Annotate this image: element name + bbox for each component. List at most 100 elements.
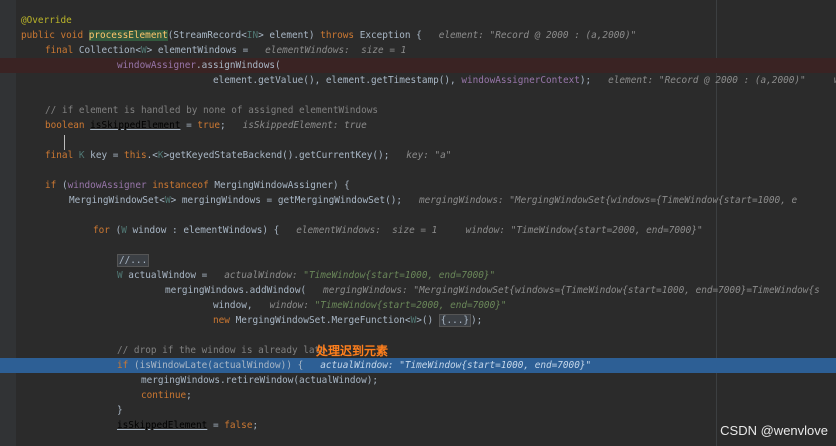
- code-line[interactable]: final Collection<W> elementWindows = ele…: [0, 43, 836, 58]
- code-line[interactable]: [0, 238, 836, 253]
- code-token: throws: [320, 30, 360, 41]
- code-line[interactable]: mergingWindows.retireWindow(actualWindow…: [0, 373, 836, 388]
- code-token: continue: [141, 390, 187, 401]
- code-token: }: [117, 405, 123, 416]
- code-line[interactable]: //...: [0, 253, 836, 268]
- code-line[interactable]: for (W window : elementWindows) { elemen…: [0, 223, 836, 238]
- code-line[interactable]: [0, 208, 836, 223]
- code-token: ;: [219, 120, 243, 131]
- code-token: windowAssigner: [117, 60, 197, 71]
- code-token: isSkippedElement: [90, 120, 181, 131]
- code-token: ;: [252, 420, 259, 431]
- code-line[interactable]: window, window: "TimeWindow{start=2000, …: [0, 298, 836, 313]
- code-token: .<: [146, 150, 158, 161]
- code-line[interactable]: mergingWindows.addWindow( mergingWindows…: [0, 283, 836, 298]
- code-token: actualWindow:: [320, 360, 400, 371]
- code-content: boolean isSkippedElement = true; isSkipp…: [45, 118, 367, 133]
- code-token: actualWindow =: [122, 270, 225, 281]
- csdn-watermark: CSDN @wenvlove: [720, 423, 828, 438]
- code-content: continue;: [141, 388, 192, 403]
- code-token: boolean: [45, 120, 91, 131]
- code-token: final: [45, 150, 79, 161]
- code-token: (isWindowLate(actualWindow)) {: [133, 360, 321, 371]
- code-token: // drop if the window is already late: [117, 345, 326, 356]
- code-line[interactable]: }: [0, 403, 836, 418]
- code-token: window,: [213, 300, 270, 311]
- code-token: >getKeyedStateBackend().getCurrentKey();: [163, 150, 407, 161]
- code-token: true: [197, 120, 220, 131]
- code-line[interactable]: [0, 328, 836, 343]
- code-line[interactable]: if (isWindowLate(actualWindow)) { actual…: [0, 358, 836, 373]
- code-content: }: [117, 403, 123, 418]
- code-token: "TimeWindow{start=1000, end=7000}": [399, 360, 592, 371]
- code-content: // if element is handled by none of assi…: [45, 103, 378, 118]
- code-line[interactable]: final K key = this.<K>getKeyedStateBacke…: [0, 148, 836, 163]
- code-line[interactable]: public void processElement(StreamRecord<…: [0, 28, 836, 43]
- code-content: windowAssigner.assignWindows(: [117, 58, 281, 73]
- code-content: isSkippedElement = false;: [117, 418, 258, 433]
- code-token: actualWindow:: [224, 270, 304, 281]
- code-token: elementWindows: size = 1 window: "TimeWi…: [296, 225, 703, 236]
- code-token: );: [471, 315, 483, 326]
- code-line[interactable]: isSkippedElement = false;: [0, 418, 836, 433]
- code-token: mergingWindows: "MergingWindowSet{window…: [418, 195, 798, 206]
- code-line[interactable]: element.getValue(), element.getTimestamp…: [0, 73, 836, 88]
- code-token[interactable]: {...}: [438, 314, 472, 327]
- code-line[interactable]: @Override: [0, 13, 836, 28]
- code-token: isSkippedElement: true: [242, 120, 367, 131]
- code-token: key =: [84, 150, 125, 161]
- code-token: mergingWindows: "MergingWindowSet{window…: [323, 285, 820, 296]
- code-token: @Override: [21, 15, 72, 26]
- code-line[interactable]: MergingWindowSet<W> mergingWindows = get…: [0, 193, 836, 208]
- code-token: // if element is handled by none of assi…: [45, 105, 379, 116]
- code-token: .assignWindows(: [196, 60, 281, 71]
- code-content: for (W window : elementWindows) { elemen…: [93, 223, 703, 238]
- code-token: > elementWindows =: [146, 45, 266, 56]
- code-content: final K key = this.<K>getKeyedStateBacke…: [45, 148, 451, 163]
- code-token: isSkippedElement: [117, 420, 208, 431]
- code-token: ;: [186, 390, 192, 401]
- code-token: "TimeWindow{start=2000, end=7000}": [314, 300, 507, 311]
- code-content: // drop if the window is already late: [117, 343, 326, 358]
- code-content: public void processElement(StreamRecord<…: [21, 28, 636, 43]
- code-token: window : elementWindows) {: [126, 225, 297, 236]
- code-token: element: "Record @ 2000 : (a,2000)" wind…: [608, 75, 836, 86]
- code-token: Exception {: [359, 30, 439, 41]
- code-token: MergingWindowSet.MergeFunction<: [235, 315, 411, 326]
- code-line[interactable]: continue;: [0, 388, 836, 403]
- code-token: public void: [21, 30, 89, 41]
- code-line[interactable]: windowAssigner.assignWindows(: [0, 58, 836, 73]
- code-token: this: [124, 150, 147, 161]
- code-token: windowAssigner: [67, 180, 153, 191]
- code-token: windowAssignerContext: [461, 75, 580, 86]
- code-token: mergingWindows.addWindow(: [165, 285, 324, 296]
- code-content: if (isWindowLate(actualWindow)) { actual…: [117, 358, 591, 373]
- code-token: instanceof: [152, 180, 215, 191]
- code-token: window:: [269, 300, 315, 311]
- code-content: mergingWindows.retireWindow(actualWindow…: [141, 373, 378, 388]
- code-line[interactable]: [0, 163, 836, 178]
- code-line[interactable]: new MergingWindowSet.MergeFunction<W>() …: [0, 313, 836, 328]
- code-content: final Collection<W> elementWindows = ele…: [45, 43, 406, 58]
- code-line[interactable]: // drop if the window is already late: [0, 343, 836, 358]
- text-caret: [64, 135, 65, 150]
- code-token: );: [579, 75, 609, 86]
- code-token: "Record @ 2000 : (a,2000)": [489, 30, 637, 41]
- code-token: new: [213, 315, 236, 326]
- code-line[interactable]: [0, 88, 836, 103]
- code-token[interactable]: //...: [117, 254, 150, 267]
- code-line[interactable]: W actualWindow = actualWindow: "TimeWind…: [0, 268, 836, 283]
- code-line[interactable]: // if element is handled by none of assi…: [0, 103, 836, 118]
- code-content: W actualWindow = actualWindow: "TimeWind…: [117, 268, 495, 283]
- code-token: > mergingWindows = getMergingWindowSet()…: [170, 195, 419, 206]
- code-token: "TimeWindow{start=1000, end=7000}": [303, 270, 496, 281]
- code-token: MergingWindowAssigner) {: [214, 180, 350, 191]
- code-token: =: [180, 120, 198, 131]
- code-content: //...: [117, 253, 150, 268]
- code-line[interactable]: boolean isSkippedElement = true; isSkipp…: [0, 118, 836, 133]
- code-token: (StreamRecord<: [167, 30, 247, 41]
- code-line[interactable]: [0, 133, 836, 148]
- code-token: mergingWindows.retireWindow(actualWindow…: [141, 375, 379, 386]
- code-content: @Override: [21, 13, 72, 28]
- code-line[interactable]: if (windowAssigner instanceof MergingWin…: [0, 178, 836, 193]
